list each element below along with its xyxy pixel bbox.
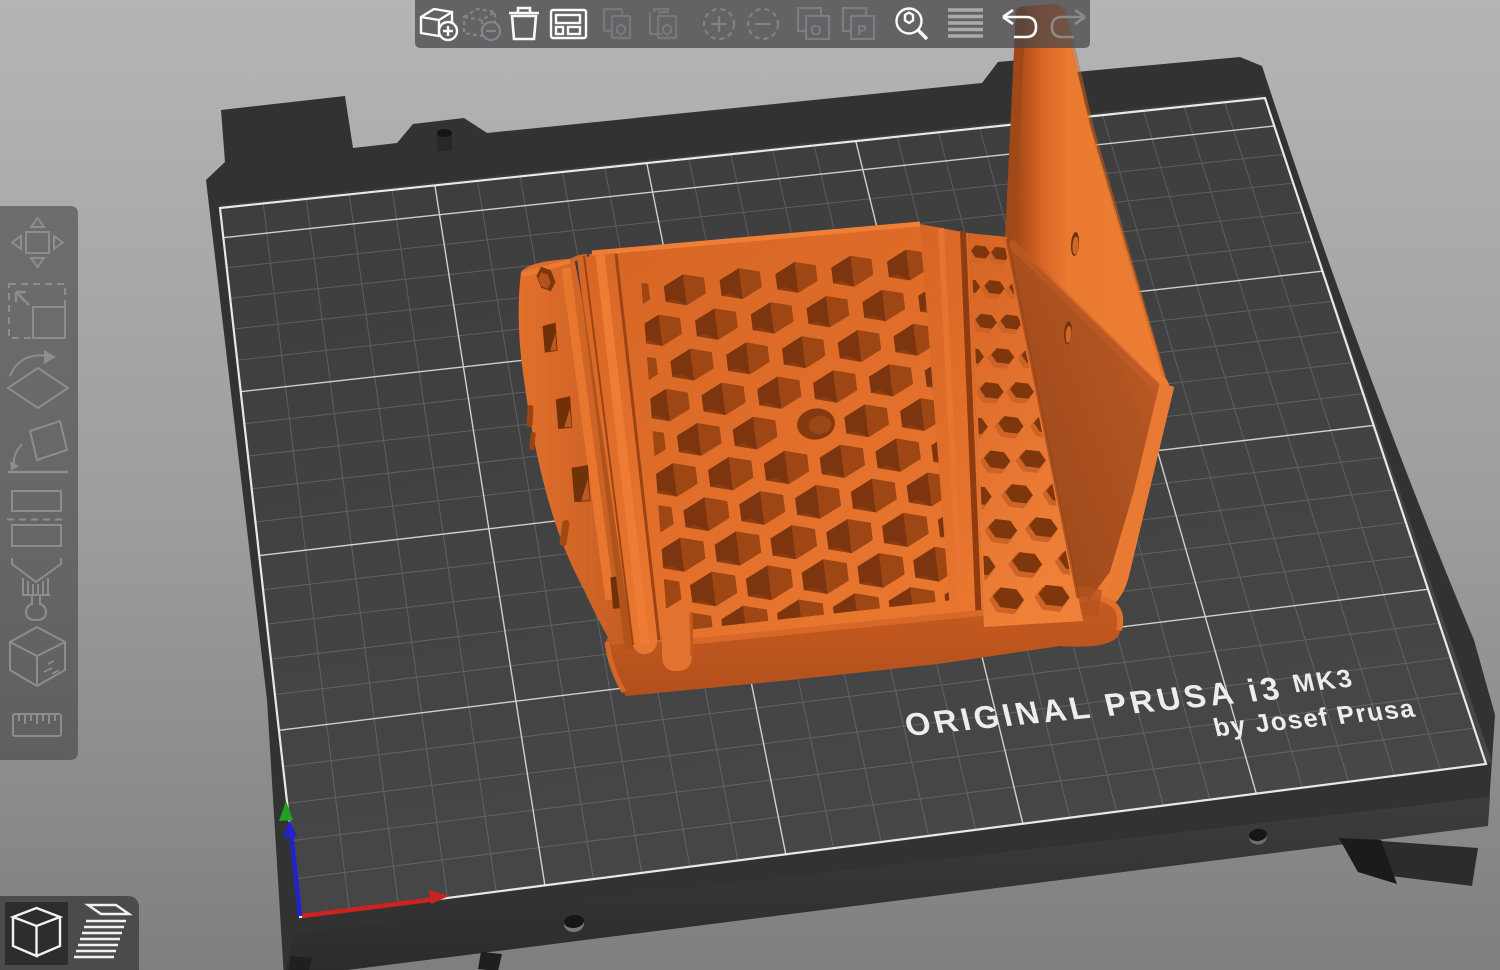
svg-text:P: P [857,22,867,39]
svg-text:O: O [810,22,822,39]
